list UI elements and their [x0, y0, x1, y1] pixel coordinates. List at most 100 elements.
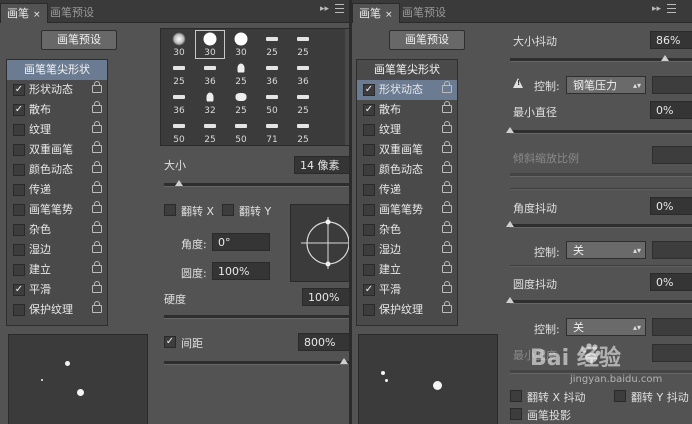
brush-tip-cell[interactable]: 30 — [226, 30, 256, 59]
option-checkbox[interactable] — [363, 144, 375, 156]
brush-tip-cell[interactable]: 36 — [257, 59, 287, 88]
option-checkbox[interactable] — [363, 244, 375, 256]
size-slider[interactable] — [164, 180, 349, 187]
option-checkbox[interactable] — [13, 144, 25, 156]
spacing-slider-handle[interactable] — [340, 358, 348, 364]
option-checkbox[interactable] — [13, 264, 25, 276]
brush-option-item[interactable]: 建立 — [7, 260, 107, 280]
close-icon[interactable]: × — [385, 10, 393, 20]
brush-tip-cell[interactable]: 50 — [226, 117, 256, 145]
lock-icon[interactable] — [442, 301, 452, 313]
brush-tip-shape-item[interactable]: 画笔笔尖形状 — [357, 60, 457, 80]
lock-icon[interactable] — [442, 281, 452, 293]
brush-tip-cell[interactable]: 50 — [257, 88, 287, 117]
brush-option-item[interactable]: ✓ 散布 — [7, 100, 107, 120]
brush-presets-button[interactable]: 画笔预设 — [41, 30, 117, 50]
option-checkbox[interactable]: ✓ — [13, 84, 25, 96]
option-checkbox[interactable] — [363, 204, 375, 216]
option-checkbox[interactable] — [363, 224, 375, 236]
roundness-jitter-handle[interactable] — [506, 297, 514, 303]
spacing-checkbox[interactable]: ✓ — [164, 336, 176, 348]
brush-presets-button[interactable]: 画笔预设 — [389, 30, 465, 50]
lock-icon[interactable] — [92, 241, 102, 253]
tilt-scale-slider[interactable] — [510, 173, 692, 177]
size-jitter-handle[interactable] — [661, 55, 669, 61]
option-checkbox[interactable] — [13, 224, 25, 236]
brush-option-item[interactable]: 建立 — [357, 260, 457, 280]
option-checkbox[interactable] — [363, 304, 375, 316]
roundness-jitter-slider[interactable] — [506, 297, 692, 304]
lock-icon[interactable] — [92, 281, 102, 293]
lock-icon[interactable] — [92, 301, 102, 313]
tab-brush-presets[interactable]: 画笔预设 — [396, 3, 452, 22]
tab-brush[interactable]: 画笔 × — [352, 3, 400, 23]
brush-option-item[interactable]: 保护纹理 — [7, 300, 107, 320]
control-field[interactable] — [652, 76, 692, 94]
hardness-slider[interactable] — [164, 315, 349, 319]
brush-option-item[interactable]: 颜色动态 — [7, 160, 107, 180]
brush-projection-checkbox[interactable] — [510, 408, 522, 420]
lock-icon[interactable] — [442, 241, 452, 253]
panel-menu-icon[interactable]: ▸▸ — [652, 4, 677, 14]
angle-control-dropdown[interactable]: 关 ▴▾ — [566, 241, 646, 259]
brush-tip-cell[interactable]: 30 — [164, 30, 194, 59]
spacing-slider[interactable] — [164, 358, 349, 365]
brush-option-item[interactable]: 颜色动态 — [357, 160, 457, 180]
lock-icon[interactable] — [92, 141, 102, 153]
brush-option-item[interactable]: 纹理 — [357, 120, 457, 140]
min-diameter-input[interactable]: 0% — [650, 101, 692, 119]
roundness-jitter-input[interactable]: 0% — [650, 273, 692, 291]
lock-icon[interactable] — [442, 261, 452, 273]
angle-control-field[interactable] — [652, 241, 692, 259]
brush-option-item[interactable]: 保护纹理 — [357, 300, 457, 320]
flip-x-jitter-checkbox[interactable] — [510, 390, 522, 402]
brush-tip-cell[interactable]: 25 — [226, 59, 256, 88]
brush-tip-cell[interactable]: 36 — [288, 59, 318, 88]
option-checkbox[interactable] — [363, 184, 375, 196]
brush-tip-cell[interactable]: 25 — [288, 88, 318, 117]
brush-tip-cell[interactable]: 25 — [288, 30, 318, 59]
tilt-scale-input[interactable] — [652, 146, 692, 164]
roundness-input[interactable]: 100% — [212, 262, 270, 280]
brush-option-item[interactable]: ✓ 平滑 — [7, 280, 107, 300]
option-checkbox[interactable]: ✓ — [363, 104, 375, 116]
roundness-control-dropdown[interactable]: 关 ▴▾ — [566, 318, 646, 336]
brush-tip-cell[interactable]: 25 — [164, 59, 194, 88]
lock-icon[interactable] — [442, 161, 452, 173]
lock-icon[interactable] — [92, 121, 102, 133]
angle-jitter-input[interactable]: 0% — [650, 197, 692, 215]
brush-option-item[interactable]: 传递 — [7, 180, 107, 200]
lock-icon[interactable] — [92, 161, 102, 173]
brush-option-item[interactable]: ✓ 平滑 — [357, 280, 457, 300]
brush-tip-cell[interactable]: 25 — [195, 117, 225, 145]
option-checkbox[interactable] — [363, 264, 375, 276]
lock-icon[interactable] — [442, 201, 452, 213]
lock-icon[interactable] — [92, 201, 102, 213]
brush-tip-shape-item[interactable]: 画笔笔尖形状 — [7, 60, 107, 80]
lock-icon[interactable] — [442, 101, 452, 113]
brush-option-item[interactable]: 湿边 — [357, 240, 457, 260]
option-checkbox[interactable] — [363, 124, 375, 136]
lock-icon[interactable] — [92, 81, 102, 93]
option-checkbox[interactable] — [13, 164, 25, 176]
option-checkbox[interactable] — [13, 244, 25, 256]
brush-tip-cell[interactable]: 71 — [257, 117, 287, 145]
size-jitter-input[interactable]: 86% — [650, 31, 692, 49]
brush-tip-cell[interactable]: 32 — [195, 88, 225, 117]
angle-jitter-handle[interactable] — [506, 221, 514, 227]
size-input[interactable]: 14 像素 — [294, 156, 349, 174]
option-checkbox[interactable]: ✓ — [363, 84, 375, 96]
lock-icon[interactable] — [92, 181, 102, 193]
brush-option-item[interactable]: 杂色 — [357, 220, 457, 240]
brush-option-item[interactable]: 杂色 — [7, 220, 107, 240]
option-checkbox[interactable]: ✓ — [363, 284, 375, 296]
option-checkbox[interactable] — [363, 164, 375, 176]
panel-menu-icon[interactable]: ▸▸ — [320, 4, 345, 14]
control-dropdown-pen[interactable]: 钢笔压力 ▴▾ — [566, 76, 646, 94]
tab-brush[interactable]: 画笔 × — [0, 3, 48, 23]
option-checkbox[interactable]: ✓ — [13, 284, 25, 296]
lock-icon[interactable] — [442, 181, 452, 193]
roundness-control-field[interactable] — [652, 318, 692, 336]
lock-icon[interactable] — [442, 121, 452, 133]
brush-option-item[interactable]: 湿边 — [7, 240, 107, 260]
